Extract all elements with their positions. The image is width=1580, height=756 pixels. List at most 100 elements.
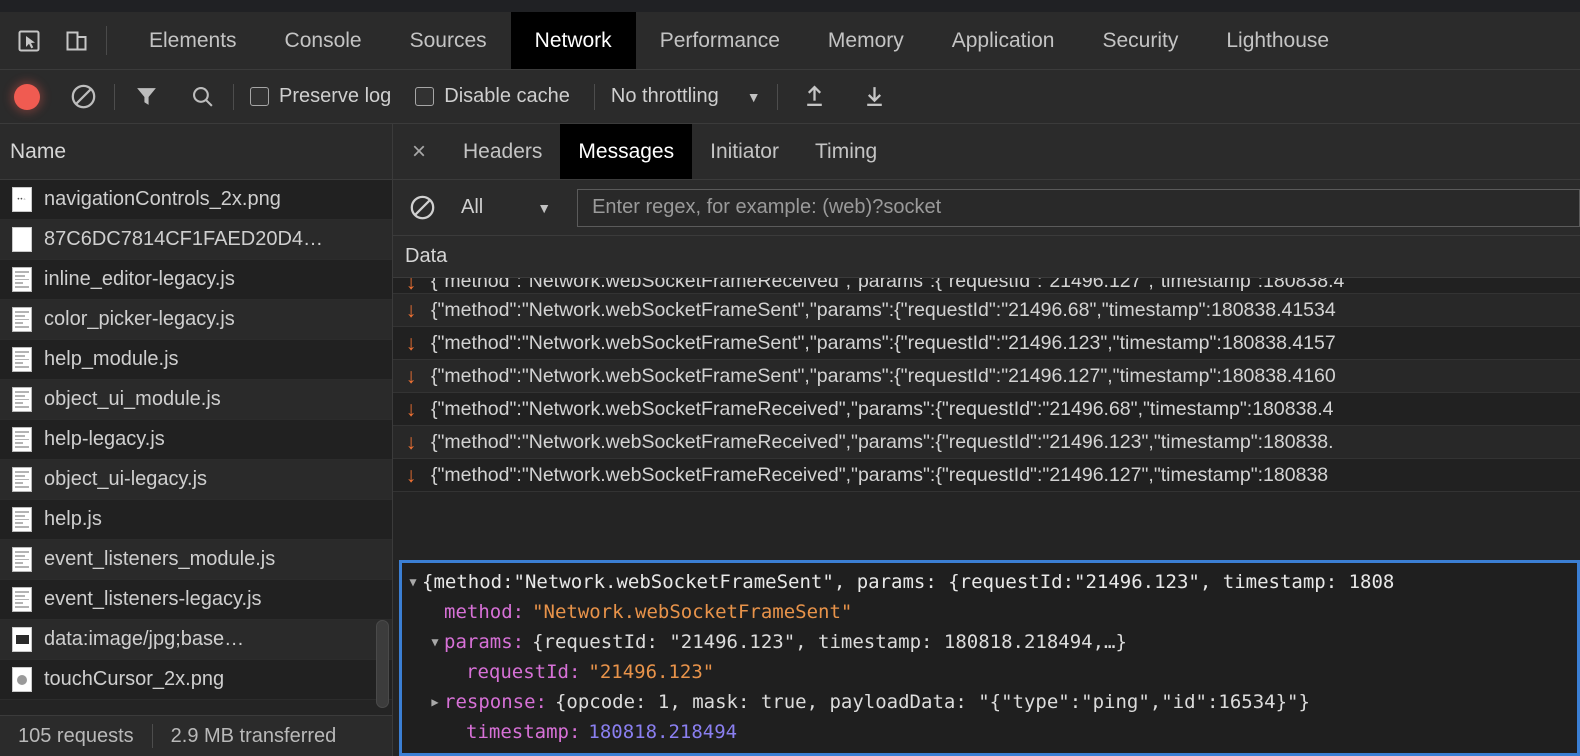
detail-line-root[interactable]: ▼ {method: "Network.webSocketFrameSent" … [404,567,1577,597]
record-button[interactable] [14,83,40,110]
clear-icon[interactable] [68,82,98,112]
preserve-log-box[interactable] [250,87,269,106]
frame-sent-arrow-icon: ↓ [405,298,417,322]
collapse-triangle-icon[interactable]: ▼ [404,567,422,597]
detail-method-key: method: [444,601,525,623]
transferred-size: 2.9 MB transferred [170,724,337,747]
disable-cache-checkbox[interactable]: Disable cache [415,85,570,108]
devtools-tool-icons [0,12,92,69]
devtools-panel-tabs: Elements Console Sources Network Perform… [125,12,1353,69]
detail-line-timestamp[interactable]: timestamp: 180818.218494 [404,717,1577,747]
detail-params-key: params: [444,631,525,653]
message-type-select[interactable]: All ▼ [461,196,551,219]
network-toolbar: Preserve log Disable cache No throttling… [0,70,1580,124]
requests-name-column-header[interactable]: Name [0,124,392,180]
frame-received-arrow-icon: ↓ [405,397,417,421]
tab-security[interactable]: Security [1078,12,1202,69]
websocket-message-text: {"method":"Network.webSocketFrameSent","… [431,331,1336,354]
message-detail-expanded[interactable]: ▼ {method: "Network.webSocketFrameSent" … [399,560,1580,756]
websocket-message-row[interactable]: ↓ {"method":"Network.webSocketFrameReceiv… [393,278,1580,294]
search-icon[interactable] [187,82,217,112]
regex-filter-input[interactable] [592,196,1579,219]
requests-scrollbar[interactable] [376,620,389,708]
websocket-message-row[interactable]: ↓ {"method":"Network.webSocketFrameReceiv… [393,426,1580,459]
request-list-item[interactable]: object_ui-legacy.js [0,460,392,500]
chevron-down-icon: ▼ [537,199,552,216]
tab-messages[interactable]: Messages [560,124,693,179]
websocket-message-text: {"method":"Network.webSocketFrameSent","… [431,364,1336,387]
detail-method-value: "Network.webSocketFrameSent" [532,601,853,623]
request-name: inline_editor-legacy.js [44,268,235,290]
request-list-item[interactable]: touchCursor_2x.png [0,660,392,700]
request-list-item[interactable]: help_module.js [0,340,392,380]
detail-response-key: response: [444,691,547,713]
request-list-item[interactable]: object_ui_module.js [0,380,392,420]
request-name: 87C6DC7814CF1FAED20D4… [44,228,324,250]
request-list-item[interactable]: data:image/jpg;base… [0,620,392,660]
detail-line-request-id[interactable]: requestId: "21496.123" [404,657,1577,687]
requests-count: 105 requests [18,724,134,747]
detail-root-mid: , params: {requestId: [833,571,1075,593]
tab-lighthouse[interactable]: Lighthouse [1202,12,1353,69]
inspect-element-icon[interactable] [14,26,44,56]
tab-headers[interactable]: Headers [445,124,560,179]
request-name: touchCursor_2x.png [44,668,225,690]
request-name: help.js [44,508,102,530]
throttling-select[interactable]: No throttling ▼ [611,85,761,108]
detail-line-method[interactable]: method: "Network.webSocketFrameSent" [404,597,1577,627]
websocket-message-row[interactable]: ↓ {"method":"Network.webSocketFrameSent",… [393,360,1580,393]
detail-response-value: {opcode: 1, mask: true, payloadData: "{"… [554,691,1310,713]
tab-network[interactable]: Network [510,12,636,69]
network-split: Name ••◦ navigationControls_2x.png 87C6DC7… [0,124,1580,756]
script-file-icon [12,587,32,612]
frame-sent-arrow-icon: ↓ [405,331,417,355]
websocket-message-row[interactable]: ↓ {"method":"Network.webSocketFrameReceiv… [393,459,1580,492]
detail-line-response[interactable]: ▶ response: {opcode: 1, mask: true, payl… [404,687,1577,717]
collapse-triangle-icon[interactable]: ▼ [426,627,444,657]
tab-console[interactable]: Console [261,12,386,69]
tab-memory[interactable]: Memory [804,12,928,69]
export-har-icon[interactable] [860,82,890,112]
detail-params-value: {requestId: "21496.123", timestamp: 1808… [532,631,1127,653]
tab-elements[interactable]: Elements [125,12,261,69]
tab-performance[interactable]: Performance [636,12,804,69]
websocket-message-row[interactable]: ↓ {"method":"Network.webSocketFrameReceiv… [393,393,1580,426]
detail-line-params[interactable]: ▼ params: {requestId: "21496.123", times… [404,627,1577,657]
tab-initiator[interactable]: Initiator [692,124,797,179]
request-list-item[interactable]: event_listeners-legacy.js [0,580,392,620]
detail-request-id-key: requestId: [466,661,581,683]
request-list-item[interactable]: 87C6DC7814CF1FAED20D4… [0,220,392,260]
request-list-item[interactable]: color_picker-legacy.js [0,300,392,340]
frame-sent-arrow-icon: ↓ [405,364,417,388]
disable-cache-box[interactable] [415,87,435,106]
tab-sources[interactable]: Sources [386,12,511,69]
tab-timing[interactable]: Timing [797,124,895,179]
request-list-item[interactable]: help.js [0,500,392,540]
request-list-item[interactable]: inline_editor-legacy.js [0,260,392,300]
tab-application[interactable]: Application [928,12,1079,69]
script-file-icon [12,507,32,532]
import-har-icon[interactable] [800,82,830,112]
script-file-icon [12,427,32,452]
filter-icon[interactable] [131,82,161,112]
preserve-log-checkbox[interactable]: Preserve log [250,85,391,108]
expand-triangle-icon[interactable]: ▶ [426,687,444,717]
websocket-message-text: {"method":"Network.webSocketFrameSent","… [431,298,1336,321]
regex-filter-field[interactable] [577,188,1580,227]
frame-received-arrow-icon: ↓ [405,430,417,454]
device-toolbar-icon[interactable] [62,26,92,56]
detail-root-prefix: {method: [422,571,514,593]
websocket-message-row[interactable]: ↓ {"method":"Network.webSocketFrameSent",… [393,294,1580,327]
devtools-window: Elements Console Sources Network Perform… [0,0,1580,756]
requests-list[interactable]: ••◦ navigationControls_2x.png 87C6DC7814CF… [0,180,392,715]
request-list-item[interactable]: event_listeners_module.js [0,540,392,580]
frame-sent-arrow-icon: ↓ [405,278,417,294]
messages-filter-bar: All ▼ [393,180,1580,236]
close-icon[interactable]: × [393,124,445,179]
clear-filter-icon[interactable] [407,193,437,223]
websocket-messages-list[interactable]: ↓ {"method":"Network.webSocketFrameReceiv… [393,278,1580,556]
request-list-item[interactable]: ••◦ navigationControls_2x.png [0,180,392,220]
messages-data-column-header[interactable]: Data [393,236,1580,278]
websocket-message-row[interactable]: ↓ {"method":"Network.webSocketFrameSent",… [393,327,1580,360]
request-list-item[interactable]: help-legacy.js [0,420,392,460]
